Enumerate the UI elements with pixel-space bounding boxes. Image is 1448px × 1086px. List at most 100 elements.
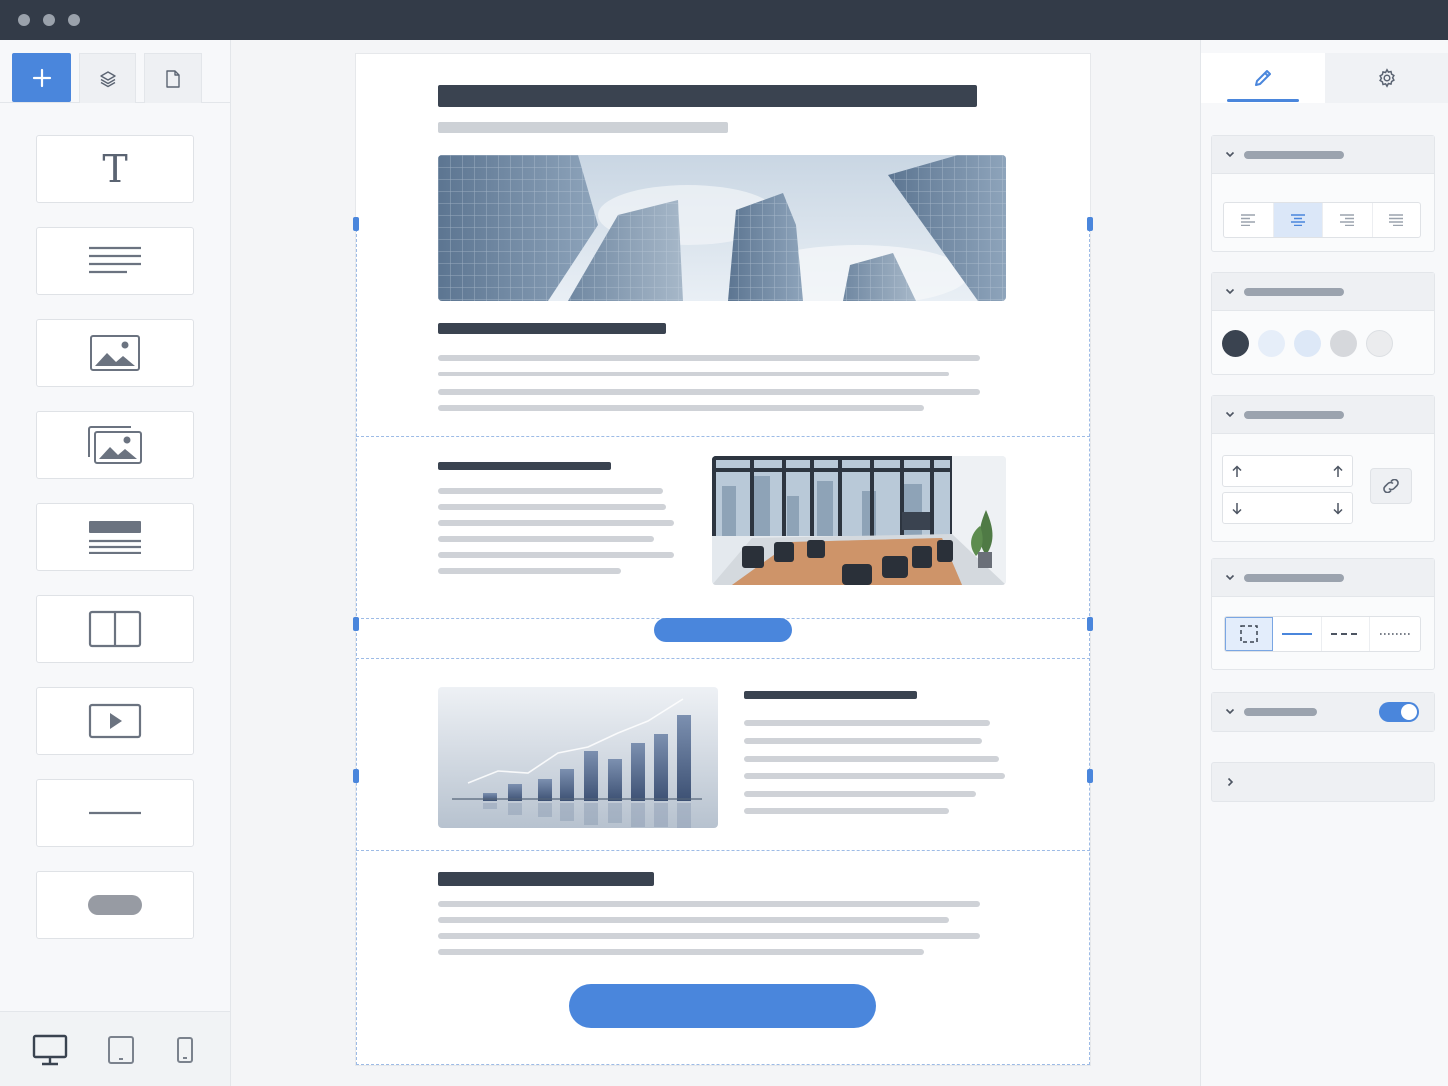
border-dotted-icon — [1379, 632, 1411, 636]
section-title-placeholder — [1244, 708, 1317, 716]
arrow-down-icon — [1231, 502, 1243, 515]
headline-placeholder[interactable] — [438, 85, 977, 107]
section-title-placeholder — [1244, 411, 1344, 419]
device-mobile[interactable] — [165, 1032, 205, 1068]
text-line — [438, 389, 980, 395]
align-center-icon — [1290, 214, 1306, 226]
chart-title-placeholder[interactable] — [744, 691, 917, 699]
selected-button[interactable] — [654, 618, 792, 642]
alignment-section — [1211, 135, 1435, 252]
close-dot[interactable] — [18, 14, 30, 26]
spacing-section — [1211, 395, 1435, 542]
border-section-header[interactable] — [1212, 559, 1434, 597]
link-values-button[interactable] — [1370, 468, 1412, 504]
border-solid-icon — [1281, 632, 1313, 636]
divider-icon — [87, 811, 143, 815]
border-dashed-button[interactable] — [1322, 617, 1370, 651]
resize-handle[interactable] — [1087, 769, 1093, 783]
subheadline-placeholder[interactable] — [438, 122, 728, 133]
color-swatch[interactable] — [1330, 330, 1357, 357]
color-swatch[interactable] — [1294, 330, 1321, 357]
cta-button[interactable] — [569, 984, 876, 1028]
color-swatch[interactable] — [1258, 330, 1285, 357]
text-line — [438, 568, 621, 574]
minimize-dot[interactable] — [43, 14, 55, 26]
text-line — [438, 488, 663, 494]
block-gallery[interactable] — [36, 411, 194, 479]
text-line — [438, 372, 949, 376]
align-right-icon — [1339, 214, 1355, 226]
resize-handle[interactable] — [353, 617, 359, 631]
tab-layers[interactable] — [79, 53, 136, 103]
device-tablet[interactable] — [101, 1032, 141, 1068]
align-justify-button[interactable] — [1373, 203, 1421, 237]
arrow-up-icon[interactable] — [1332, 465, 1344, 478]
block-paragraph[interactable] — [36, 227, 194, 295]
resize-handle[interactable] — [1087, 617, 1093, 631]
padding-bottom-stepper[interactable] — [1222, 492, 1353, 524]
section-title-placeholder — [1244, 574, 1344, 582]
text-line — [438, 536, 654, 542]
tab-pages[interactable] — [144, 53, 202, 103]
growth-chart-image[interactable] — [438, 687, 718, 828]
border-dotted-button[interactable] — [1370, 617, 1420, 651]
heading-text-icon — [87, 520, 143, 554]
resize-handle[interactable] — [353, 217, 359, 231]
chevron-down-icon — [1224, 571, 1236, 583]
layers-icon — [98, 69, 118, 89]
tab-add-blocks[interactable] — [12, 53, 71, 102]
office-image[interactable] — [712, 456, 1006, 585]
blocks-sidebar: T — [0, 40, 231, 1086]
arrow-down-icon[interactable] — [1332, 502, 1344, 515]
tab-style[interactable] — [1201, 53, 1325, 103]
closing-title-placeholder[interactable] — [438, 872, 654, 886]
border-none-button[interactable] — [1225, 617, 1273, 651]
block-image[interactable] — [36, 319, 194, 387]
feature-title-placeholder[interactable] — [438, 462, 611, 470]
text-line — [438, 504, 666, 510]
section-title-placeholder — [1244, 151, 1344, 159]
color-swatch[interactable] — [1222, 330, 1249, 357]
collapsed-section[interactable] — [1211, 762, 1435, 802]
text-line — [438, 552, 674, 558]
block-divider[interactable] — [36, 779, 194, 847]
block-video[interactable] — [36, 687, 194, 755]
sidebar-tabs — [0, 40, 230, 103]
spacing-section-header[interactable] — [1212, 396, 1434, 434]
device-desktop[interactable] — [30, 1032, 70, 1068]
gallery-icon — [87, 425, 143, 465]
align-center-button[interactable] — [1273, 203, 1323, 237]
align-left-button[interactable] — [1224, 203, 1274, 237]
gear-icon — [1377, 68, 1397, 88]
article-title-placeholder[interactable] — [438, 323, 666, 334]
text-line — [438, 901, 980, 907]
text-icon: T — [102, 147, 128, 191]
alignment-section-header[interactable] — [1212, 136, 1434, 174]
block-columns[interactable] — [36, 595, 194, 663]
border-solid-button[interactable] — [1273, 617, 1322, 651]
block-button[interactable] — [36, 871, 194, 939]
align-right-button[interactable] — [1323, 203, 1373, 237]
button-block-icon — [87, 894, 143, 916]
block-text[interactable]: T — [36, 135, 194, 203]
image-icon — [89, 334, 141, 372]
padding-top-stepper[interactable] — [1222, 455, 1353, 487]
block-heading-text[interactable] — [36, 503, 194, 571]
zoom-dot[interactable] — [68, 14, 80, 26]
visibility-toggle[interactable] — [1379, 702, 1419, 722]
section-divider — [356, 658, 1090, 659]
resize-handle[interactable] — [353, 769, 359, 783]
tab-settings[interactable] — [1325, 53, 1448, 103]
paragraph-icon — [87, 245, 143, 277]
border-dashed-icon — [1330, 632, 1362, 636]
section-title-placeholder — [1244, 288, 1344, 296]
window-titlebar — [0, 0, 1448, 40]
hero-image[interactable] — [438, 155, 1006, 301]
visibility-section — [1211, 692, 1435, 732]
color-section-header[interactable] — [1212, 273, 1434, 311]
text-line — [744, 720, 990, 726]
email-canvas[interactable] — [353, 54, 1093, 1065]
text-line — [744, 738, 982, 744]
resize-handle[interactable] — [1087, 217, 1093, 231]
color-swatch[interactable] — [1366, 330, 1393, 357]
